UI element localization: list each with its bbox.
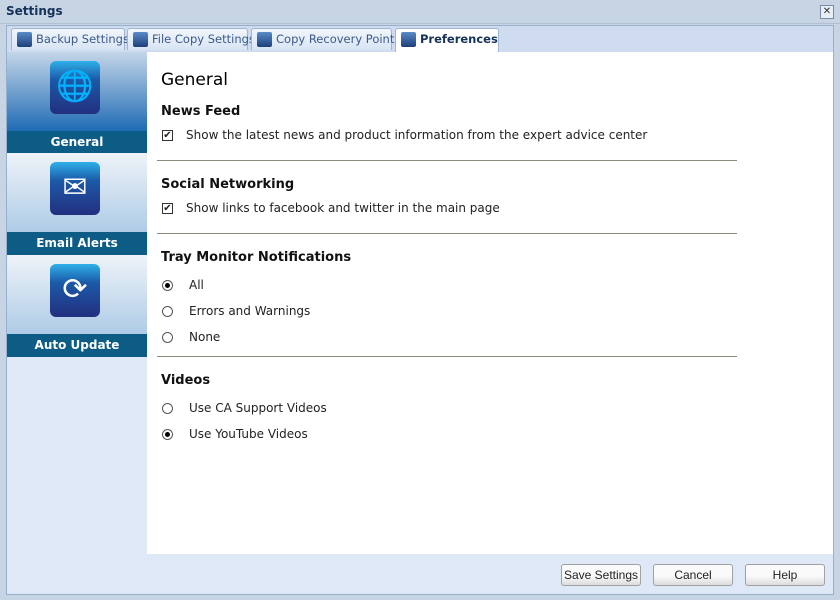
window-title: Settings [6, 4, 63, 18]
social-checkbox[interactable]: ✔ [162, 203, 173, 214]
radio-errors-warnings[interactable]: Errors and Warnings [162, 304, 310, 318]
divider [157, 160, 737, 162]
backup-icon [17, 32, 32, 47]
sidebar-item-auto-update[interactable]: ⟳ Auto Update [7, 255, 147, 357]
social-checkbox-row[interactable]: ✔ Show links to facebook and twitter in t… [162, 201, 500, 215]
cancel-button[interactable]: Cancel [653, 564, 733, 586]
preferences-panel: General News Feed ✔ Show the latest news … [147, 52, 833, 554]
tab-preferences[interactable]: Preferences [395, 28, 499, 52]
tab-label: Preferences [420, 32, 498, 46]
tab-label: Backup Settings [36, 32, 129, 46]
gear-icon [401, 32, 416, 47]
divider [157, 233, 737, 235]
checkbox-label: Show links to facebook and twitter in th… [186, 201, 500, 215]
checkbox-label: Show the latest news and product informa… [186, 128, 648, 142]
sidebar-item-label: General [7, 131, 147, 154]
divider [157, 356, 737, 358]
recovery-points-icon [257, 32, 272, 47]
tray-notifications-heading: Tray Monitor Notifications [161, 250, 352, 265]
sidebar-item-email-alerts[interactable]: ✉ Email Alerts [7, 153, 147, 255]
update-icon: ⟳ [50, 264, 100, 317]
radio-button[interactable] [162, 280, 173, 291]
news-feed-checkbox[interactable]: ✔ [162, 130, 173, 141]
radio-none[interactable]: None [162, 330, 220, 344]
radio-button[interactable] [162, 403, 173, 414]
close-button[interactable]: ✕ [820, 5, 834, 19]
social-networking-heading: Social Networking [161, 177, 295, 192]
radio-button[interactable] [162, 332, 173, 343]
tab-bar: Backup Settings File Copy Settings Copy … [7, 26, 833, 52]
radio-label: All [189, 278, 204, 292]
videos-heading: Videos [161, 373, 211, 388]
tab-copy-recovery-points[interactable]: Copy Recovery Points [251, 28, 400, 50]
help-button[interactable]: Help [745, 564, 825, 586]
page-title: General [161, 70, 228, 90]
news-feed-checkbox-row[interactable]: ✔ Show the latest news and product inform… [162, 128, 647, 142]
email-alert-icon: ✉ [50, 162, 100, 215]
radio-label: Errors and Warnings [189, 304, 311, 318]
save-settings-button[interactable]: Save Settings [561, 564, 641, 586]
tab-label: File Copy Settings [152, 32, 255, 46]
tab-file-copy-settings[interactable]: File Copy Settings [127, 28, 255, 50]
radio-button[interactable] [162, 306, 173, 317]
radio-label: Use CA Support Videos [189, 401, 327, 415]
title-bar: Settings ✕ [0, 0, 840, 24]
news-feed-heading: News Feed [161, 104, 241, 119]
radio-all[interactable]: All [162, 278, 204, 292]
globe-icon: 🌐 [50, 61, 100, 114]
tab-backup-settings[interactable]: Backup Settings [11, 28, 129, 50]
radio-label: Use YouTube Videos [189, 427, 308, 441]
settings-frame: Backup Settings File Copy Settings Copy … [6, 25, 834, 595]
file-copy-icon [133, 32, 148, 47]
radio-label: None [189, 330, 221, 344]
sidebar-item-label: Email Alerts [7, 232, 147, 255]
sidebar: 🌐 General ✉ Email Alerts ⟳ Auto Update [7, 52, 147, 554]
radio-button[interactable] [162, 429, 173, 440]
sidebar-item-label: Auto Update [7, 334, 147, 357]
radio-youtube-videos[interactable]: Use YouTube Videos [162, 427, 308, 441]
tab-label: Copy Recovery Points [276, 32, 401, 46]
sidebar-item-general[interactable]: 🌐 General [7, 52, 147, 154]
radio-ca-support-videos[interactable]: Use CA Support Videos [162, 401, 327, 415]
